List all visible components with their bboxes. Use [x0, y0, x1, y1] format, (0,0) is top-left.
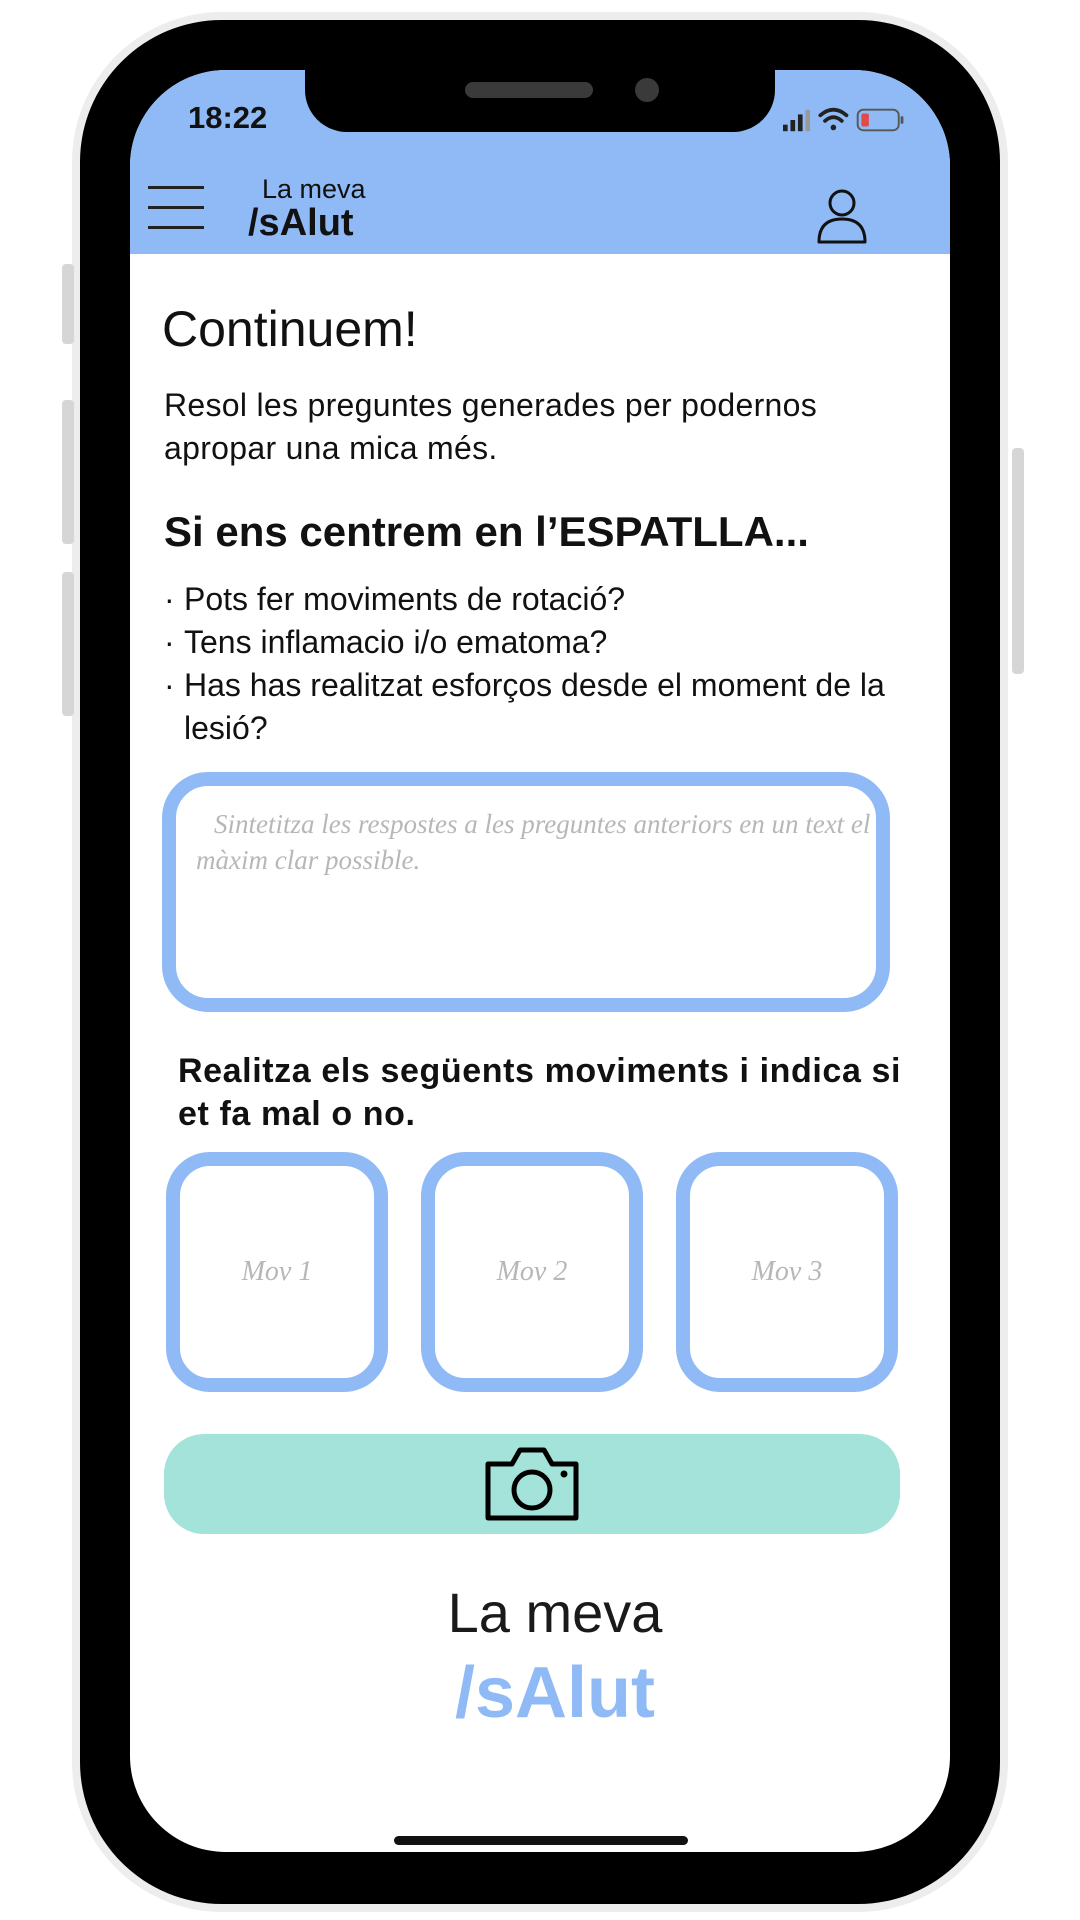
- signal-icon: [783, 109, 811, 132]
- answer-textarea[interactable]: [194, 804, 878, 998]
- question-list: Pots fer moviments de rotació? Tens infl…: [164, 578, 934, 750]
- move-3-card[interactable]: Mov 3: [676, 1152, 898, 1392]
- answer-box[interactable]: [162, 772, 890, 1012]
- notch: [305, 70, 775, 132]
- camera-button[interactable]: [164, 1434, 900, 1534]
- status-icons: [783, 107, 904, 132]
- wifi-icon: [818, 107, 849, 131]
- volume-up-button: [62, 400, 74, 544]
- battery-icon: [856, 108, 904, 132]
- move-2-card[interactable]: Mov 2: [421, 1152, 643, 1392]
- hamburger-icon: [148, 186, 204, 189]
- mute-switch: [62, 264, 74, 344]
- speaker-grille: [465, 82, 593, 98]
- question-item: Has has realitzat esforços desde el mome…: [164, 664, 934, 750]
- screen: 18:22 La meva /sAlut Continuem! Resol le…: [130, 70, 950, 1852]
- brand-logo: /sAlut: [248, 202, 354, 244]
- home-indicator[interactable]: [394, 1836, 688, 1845]
- footer-brand-logo: /sAlut: [454, 1653, 655, 1733]
- power-button: [1012, 448, 1024, 674]
- move-label: Mov 3: [751, 1256, 823, 1287]
- intro-text: Resol les preguntes generades per podern…: [164, 387, 818, 466]
- camera-icon: [485, 1447, 579, 1521]
- app-header: 18:22 La meva /sAlut: [130, 70, 950, 254]
- footer-brand-small: La meva: [447, 1581, 663, 1644]
- user-icon[interactable]: [816, 188, 868, 244]
- brand-small: La meva: [262, 174, 366, 204]
- move-label: Mov 2: [496, 1256, 568, 1287]
- status-time: 18:22: [188, 100, 268, 135]
- question-item: Pots fer moviments de rotació?: [164, 578, 934, 621]
- section-title: Si ens centrem en l’ESPATLLA...: [164, 508, 809, 555]
- question-item: Tens inflamacio i/o ematoma?: [164, 621, 934, 664]
- page-title: Continuem!: [162, 301, 418, 357]
- moves-instruction: Realitza els següents moviments i indica…: [178, 1052, 902, 1133]
- volume-down-button: [62, 572, 74, 716]
- move-1-card[interactable]: Mov 1: [166, 1152, 388, 1392]
- move-label: Mov 1: [241, 1256, 313, 1287]
- menu-button[interactable]: [148, 186, 204, 230]
- front-camera: [635, 78, 659, 102]
